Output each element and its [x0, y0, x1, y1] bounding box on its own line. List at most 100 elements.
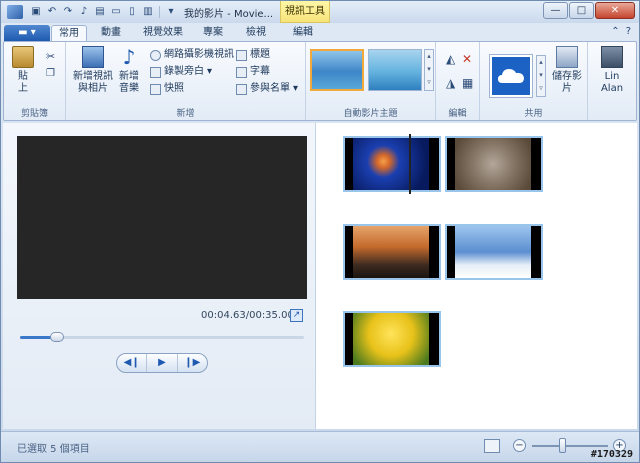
microphone-icon	[150, 66, 161, 78]
folder-icon[interactable]: ▭	[109, 5, 123, 19]
app-icon[interactable]	[7, 5, 23, 19]
quick-access-toolbar: ▣ ↶ ↷ ♪ ▤ ▭ ▯ ▥ ▾	[29, 5, 178, 19]
toolbar-separator	[159, 6, 160, 18]
delete-icon[interactable]: ✕	[462, 52, 472, 66]
add-group: 新增視訊與相片 ♪ 新增音樂 網路攝影機視訊 錄製旁白 ▾ 快照 標題 字幕 參…	[66, 42, 306, 120]
share-group: ▴ ▾ ▿ 儲存影片 共用	[480, 42, 588, 120]
fullscreen-icon[interactable]: ↗	[290, 309, 303, 322]
zoom-out-button[interactable]: −	[513, 439, 526, 452]
tab-animations[interactable]: 動畫	[91, 25, 131, 41]
penguins-thumbnail	[455, 226, 531, 278]
film-icon[interactable]: ▤	[93, 5, 107, 19]
snapshot-button[interactable]: 快照	[150, 82, 184, 96]
selection-status: 已選取 5 個項目	[17, 444, 90, 455]
print-icon[interactable]: ▥	[141, 5, 155, 19]
copy-icon[interactable]: ❐	[46, 68, 55, 79]
user-group: Lin Alan	[588, 42, 636, 120]
undo-icon[interactable]: ↶	[45, 5, 59, 19]
play-button[interactable]: ▶	[147, 354, 178, 372]
webcam-video-button[interactable]: 網路攝影機視訊	[150, 48, 234, 62]
redo-icon[interactable]: ↷	[61, 5, 75, 19]
caption-button[interactable]: 字幕	[236, 65, 270, 79]
user-account-button[interactable]: Lin Alan	[594, 46, 630, 95]
new-file-icon[interactable]: ▯	[125, 5, 139, 19]
close-button[interactable]: ✕	[595, 2, 635, 19]
cut-icon[interactable]: ✂	[46, 50, 55, 63]
clip-penguins[interactable]	[445, 224, 543, 280]
tab-visual-effects[interactable]: 視覺效果	[137, 25, 189, 41]
timecode: 00:04.63/00:35.00	[201, 310, 294, 321]
customize-toolbar-icon[interactable]: ▾	[164, 5, 178, 19]
ribbon-tabs: ▬ ▾ 常用 動畫 視覺效果 專案 檢視 編輯 ⌃ ?	[1, 23, 639, 42]
save-movie-button[interactable]: 儲存影片	[552, 46, 582, 95]
tab-project[interactable]: 專案	[194, 25, 232, 41]
music-note-icon: ♪	[122, 45, 136, 69]
share-gallery-scroll[interactable]: ▴ ▾ ▿	[536, 55, 546, 97]
playback-controls: ◀❙ ▶ ❙▶	[116, 353, 208, 373]
app-window: ▣ ↶ ↷ ♪ ▤ ▭ ▯ ▥ ▾ 我的影片 - Movie... 視訊工具 —…	[0, 0, 640, 463]
minimize-ribbon-icon[interactable]: ⌃	[611, 26, 619, 37]
lighthouse-thumbnail	[353, 226, 429, 278]
select-all-icon[interactable]: ▦	[462, 76, 473, 90]
file-menu-button[interactable]: ▬ ▾	[4, 25, 50, 41]
record-narration-button[interactable]: 錄製旁白 ▾	[150, 65, 212, 79]
thumbnail-size-icon[interactable]	[484, 439, 500, 453]
clip-koala[interactable]	[445, 136, 543, 192]
clipboard-icon	[12, 46, 34, 68]
preview-pane: 00:04.63/00:35.00 ↗ ◀❙ ▶ ❙▶	[3, 123, 316, 429]
jellyfish-thumbnail	[353, 138, 429, 190]
seek-bar-thumb[interactable]	[49, 332, 64, 342]
zoom-slider-thumb[interactable]	[559, 438, 567, 453]
avatar	[601, 46, 623, 68]
clip-lighthouse[interactable]	[343, 224, 441, 280]
storyboard	[317, 123, 637, 429]
onedrive-cloud-icon[interactable]	[489, 54, 533, 98]
theme-gallery-scroll[interactable]: ▴ ▾ ▿	[424, 49, 434, 91]
zoom-slider-track[interactable]	[532, 445, 608, 447]
autotheme-group: ▴ ▾ ▿ 自動影片主題	[306, 42, 436, 120]
add-videos-photos-button[interactable]: 新增視訊與相片	[70, 46, 116, 95]
add-music-label: 新增音樂	[119, 71, 139, 94]
help-icon[interactable]: ?	[626, 26, 631, 37]
watermark-text: #170329	[590, 449, 633, 460]
previous-frame-button[interactable]: ◀❙	[117, 354, 148, 372]
share-group-label: 共用	[524, 109, 543, 119]
rotate-left-icon[interactable]: ◭	[446, 52, 455, 66]
next-frame-button[interactable]: ❙▶	[178, 354, 207, 372]
user-name: Lin Alan	[600, 71, 624, 94]
clip-jellyfish[interactable]	[343, 136, 441, 192]
save-icon[interactable]: ▣	[29, 5, 43, 19]
video-preview[interactable]	[17, 136, 307, 299]
save-movie-label: 儲存影片	[552, 71, 582, 94]
playhead[interactable]	[409, 134, 411, 194]
autotheme-group-label: 自動影片主題	[343, 109, 398, 119]
rotate-right-icon[interactable]: ◮	[446, 76, 455, 90]
title-bar: ▣ ↶ ↷ ♪ ▤ ▭ ▯ ▥ ▾ 我的影片 - Movie... 視訊工具 —…	[1, 1, 639, 23]
title-button[interactable]: 標題	[236, 48, 270, 62]
credits-button[interactable]: 參與名單 ▾	[236, 82, 298, 96]
film-strip-icon	[82, 46, 104, 68]
add-music-button[interactable]: ♪ 新增音樂	[116, 46, 142, 95]
clip-tulips[interactable]	[343, 311, 441, 367]
caption-label: 字幕	[250, 66, 270, 77]
webcam-video-label: 網路攝影機視訊	[164, 49, 234, 60]
cloud-glyph-icon	[498, 69, 524, 83]
seek-bar[interactable]	[20, 332, 304, 342]
ribbon: 貼上 ✂ ❐ 剪貼簿 新增視訊與相片 ♪ 新增音樂 網路攝影機視訊 錄製旁白 ▾…	[3, 41, 637, 121]
minimize-button[interactable]: —	[543, 2, 568, 19]
koala-thumbnail	[455, 138, 531, 190]
paste-button[interactable]: 貼上	[12, 46, 34, 95]
tab-home[interactable]: 常用	[51, 25, 87, 42]
status-bar: 已選取 5 個項目 − + #170329	[1, 431, 639, 462]
maximize-button[interactable]: □	[569, 2, 594, 19]
snapshot-label: 快照	[164, 83, 184, 94]
add-group-label: 新增	[176, 109, 195, 119]
music-icon[interactable]: ♪	[77, 5, 91, 19]
ribbon-help-controls: ⌃ ?	[611, 26, 631, 37]
theme-thumbnail-1[interactable]	[310, 49, 364, 91]
editing-group: ◭ ✕ ◮ ▦ 編輯	[436, 42, 480, 120]
tab-view[interactable]: 檢視	[237, 25, 275, 41]
theme-thumbnail-2[interactable]	[368, 49, 422, 91]
save-movie-icon	[556, 46, 578, 68]
tab-edit[interactable]: 編輯	[284, 25, 322, 41]
